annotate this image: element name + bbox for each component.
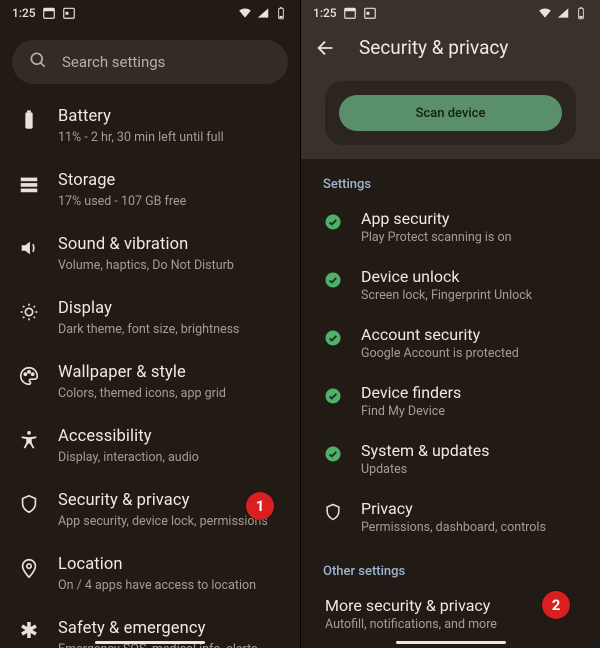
shield-icon (323, 502, 343, 522)
row-title: Account security (361, 324, 519, 345)
row-title: Storage (58, 170, 282, 192)
row-title: Safety & emergency (58, 618, 282, 640)
scan-device-button[interactable]: Scan device (339, 95, 562, 131)
row-more-security[interactable]: More security & privacy Autofill, notifi… (301, 585, 600, 643)
shield-icon (18, 493, 40, 515)
battery-icon (18, 109, 40, 131)
annotation-badge-2: 2 (542, 591, 570, 619)
battery-icon (274, 6, 288, 20)
security-privacy-screen: 1:25 (300, 0, 600, 648)
row-subtitle: Play Protect scanning is on (361, 230, 512, 246)
row-title: Device finders (361, 382, 461, 403)
row-subtitle: Autofill, notifications, and more (325, 617, 497, 633)
row-subtitle: Updates (361, 462, 489, 478)
row-title: Privacy (361, 498, 546, 519)
emergency-icon: ✱ (18, 621, 40, 643)
row-title: Sound & vibration (58, 234, 282, 256)
location-icon (18, 557, 40, 579)
row-subtitle: Display, interaction, audio (58, 450, 282, 466)
annotation-badge-1: 1 (246, 492, 274, 520)
settings-list: Battery 11% - 2 hr, 30 min left until fu… (0, 92, 300, 648)
row-subtitle: Google Account is protected (361, 346, 519, 362)
row-subtitle: Permissions, dashboard, controls (361, 520, 546, 536)
storage-icon (18, 173, 40, 195)
search-placeholder: Search settings (62, 53, 165, 71)
scan-card: Scan device (325, 81, 576, 145)
row-title: Display (58, 298, 282, 320)
check-ok-icon (323, 328, 343, 348)
check-ok-icon (323, 386, 343, 406)
status-time: 1:25 (12, 6, 36, 20)
back-button[interactable] (315, 37, 337, 59)
row-app-security[interactable]: App security Play Protect scanning is on (301, 198, 600, 256)
gesture-navbar[interactable] (95, 641, 205, 645)
row-title: Accessibility (58, 426, 282, 448)
row-title: Device unlock (361, 266, 532, 287)
signal-icon (256, 6, 270, 20)
today-icon (343, 6, 357, 20)
palette-icon (18, 365, 40, 387)
accessibility-icon (18, 429, 40, 451)
row-sound[interactable]: Sound & vibration Volume, haptics, Do No… (0, 222, 300, 286)
calendar-icon (363, 6, 377, 20)
row-system-updates[interactable]: System & updates Updates (301, 430, 600, 488)
signal-icon (556, 6, 570, 20)
display-icon (18, 301, 40, 323)
row-title: System & updates (361, 440, 489, 461)
row-subtitle: Dark theme, font size, brightness (58, 322, 282, 338)
row-battery[interactable]: Battery 11% - 2 hr, 30 min left until fu… (0, 94, 300, 158)
wifi-icon (238, 6, 252, 20)
row-title: Battery (58, 106, 282, 128)
row-account-security[interactable]: Account security Google Account is prote… (301, 314, 600, 372)
row-subtitle: Colors, themed icons, app grid (58, 386, 282, 402)
row-accessibility[interactable]: Accessibility Display, interaction, audi… (0, 414, 300, 478)
row-subtitle: App security, device lock, permissions (58, 514, 282, 530)
wifi-icon (538, 6, 552, 20)
page-title: Security & privacy (359, 36, 508, 59)
row-location[interactable]: Location On / 4 apps have access to loca… (0, 542, 300, 606)
status-time: 1:25 (313, 6, 337, 20)
row-subtitle: Volume, haptics, Do Not Disturb (58, 258, 282, 274)
row-title: App security (361, 208, 512, 229)
sound-icon (18, 237, 40, 259)
row-title: More security & privacy (325, 595, 497, 616)
search-settings-input[interactable]: Search settings (12, 40, 288, 84)
row-subtitle: 17% used - 107 GB free (58, 194, 282, 210)
status-bar: 1:25 (301, 0, 600, 26)
row-device-finders[interactable]: Device finders Find My Device (301, 372, 600, 430)
row-title: Wallpaper & style (58, 362, 282, 384)
row-subtitle: Screen lock, Fingerprint Unlock (361, 288, 532, 304)
calendar-icon (62, 6, 76, 20)
today-icon (42, 6, 56, 20)
gesture-navbar[interactable] (396, 641, 506, 645)
battery-icon (574, 6, 588, 20)
row-title: Location (58, 554, 282, 576)
row-device-unlock[interactable]: Device unlock Screen lock, Fingerprint U… (301, 256, 600, 314)
row-storage[interactable]: Storage 17% used - 107 GB free (0, 158, 300, 222)
check-ok-icon (323, 444, 343, 464)
row-display[interactable]: Display Dark theme, font size, brightnes… (0, 286, 300, 350)
screen-header: 1:25 (301, 0, 600, 159)
section-header-settings: Settings (301, 159, 600, 198)
row-subtitle: Find My Device (361, 404, 461, 420)
section-header-other: Other settings (301, 546, 600, 585)
row-privacy[interactable]: Privacy Permissions, dashboard, controls (301, 488, 600, 546)
search-icon (28, 50, 48, 74)
row-wallpaper[interactable]: Wallpaper & style Colors, themed icons, … (0, 350, 300, 414)
check-ok-icon (323, 270, 343, 290)
status-bar: 1:25 (0, 0, 300, 26)
row-subtitle: On / 4 apps have access to location (58, 578, 282, 594)
check-ok-icon (323, 212, 343, 232)
settings-screen: 1:25 Search settings (0, 0, 300, 648)
row-security[interactable]: Security & privacy App security, device … (0, 478, 300, 542)
row-subtitle: 11% - 2 hr, 30 min left until full (58, 130, 282, 146)
